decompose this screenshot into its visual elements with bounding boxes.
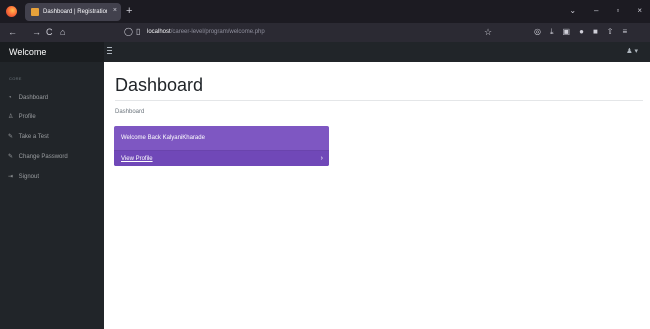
extension-icon[interactable]: ■ <box>593 26 598 38</box>
signout-icon: ⇥ <box>8 174 14 180</box>
back-icon[interactable]: ← <box>8 26 17 38</box>
sidebar-item-change-password[interactable]: ✎ Change Password <box>8 153 68 162</box>
list-all-tabs-icon[interactable]: ⌄ <box>569 5 576 17</box>
browser-tab[interactable]: Dashboard | Registration and L × <box>25 3 121 21</box>
url-path: /career-level/program/welcome.php <box>170 29 265 35</box>
sidebar-item-label: Take a Test <box>18 134 49 140</box>
reload-icon[interactable]: C <box>46 26 53 38</box>
sidebar-item-label: Dashboard <box>18 95 49 101</box>
main-content: Dashboard Dashboard Welcome Back Kalyani… <box>104 62 650 329</box>
page-title: Dashboard <box>115 75 204 95</box>
sidebar-item-label: Signout <box>18 174 40 180</box>
sidebar-item-label: Profile <box>18 114 36 120</box>
tab-title: Dashboard | Registration and L <box>43 9 107 15</box>
home-icon[interactable]: ⌂ <box>60 26 65 38</box>
sidebar-item-signout[interactable]: ⇥ Signout <box>8 173 39 182</box>
toolbar-icons: ◎ ⤓ ▣ ● ■ ⇧ ≡ <box>534 26 627 38</box>
window-controls: ⌄ – ▫ × <box>569 5 642 17</box>
welcome-card-body: Welcome Back KalyaniKharade <box>114 126 329 150</box>
user-menu-button[interactable]: ♟ ▾ <box>626 46 638 58</box>
dashboard-icon: ◔ <box>8 95 12 101</box>
firefox-logo-icon[interactable] <box>6 6 17 17</box>
user-icon: ♙ <box>8 114 14 120</box>
user-icon: ♟ <box>626 48 633 55</box>
minimize-icon[interactable]: – <box>594 5 598 17</box>
sidebar-item-label: Change Password <box>18 154 68 160</box>
new-tab-button[interactable]: + <box>126 4 132 18</box>
page-icon[interactable]: ▯ <box>136 26 140 38</box>
pocket-icon[interactable]: ◎ <box>534 26 541 38</box>
welcome-card: Welcome Back KalyaniKharade View Profile… <box>114 126 329 166</box>
share-icon[interactable]: ⇧ <box>607 26 614 38</box>
url-host: localhost <box>147 29 171 35</box>
divider <box>115 100 643 101</box>
view-profile-link[interactable]: View Profile <box>121 155 153 164</box>
tab-favicon-icon <box>31 8 39 16</box>
chevron-down-icon: ▾ <box>634 48 638 55</box>
pencil-icon: ✎ <box>8 154 14 160</box>
welcome-message: Welcome Back KalyaniKharade <box>121 135 205 141</box>
download-icon[interactable]: ⤓ <box>550 26 554 38</box>
pencil-icon: ✎ <box>8 134 14 140</box>
sidebar-heading: Core <box>9 76 22 81</box>
address-bar[interactable]: localhost/career-level/program/welcome.p… <box>147 28 265 37</box>
welcome-card-footer[interactable]: View Profile › <box>114 150 329 166</box>
forward-icon[interactable]: → <box>32 26 41 38</box>
maximize-icon[interactable]: ▫ <box>616 5 619 17</box>
sidebar-item-take-a-test[interactable]: ✎ Take a Test <box>8 133 49 142</box>
account-icon[interactable]: ● <box>579 26 584 38</box>
app-brand[interactable]: Welcome <box>0 42 104 62</box>
breadcrumb: Dashboard <box>115 109 145 115</box>
browser-nav-bar: ← → C ⌂ ◯ ▯ localhost/career-level/progr… <box>0 23 650 42</box>
tab-close-icon[interactable]: × <box>113 6 117 16</box>
library-icon[interactable]: ▣ <box>563 26 571 38</box>
sidebar-toggle-icon[interactable] <box>107 47 112 56</box>
close-window-icon[interactable]: × <box>637 5 642 17</box>
shield-icon[interactable]: ◯ <box>124 26 133 38</box>
star-icon[interactable]: ☆ <box>484 26 492 38</box>
app-top-navbar: Welcome ♟ ▾ <box>0 42 650 62</box>
sidebar-item-dashboard[interactable]: ◔ Dashboard <box>8 94 48 103</box>
sidebar: Core ◔ Dashboard ♙ Profile ✎ Take a Test… <box>0 62 104 329</box>
sidebar-item-profile[interactable]: ♙ Profile <box>8 113 36 122</box>
chevron-right-icon[interactable]: › <box>321 154 323 163</box>
browser-tab-strip: Dashboard | Registration and L × + ⌄ – ▫… <box>0 0 650 23</box>
menu-icon[interactable]: ≡ <box>622 26 627 38</box>
